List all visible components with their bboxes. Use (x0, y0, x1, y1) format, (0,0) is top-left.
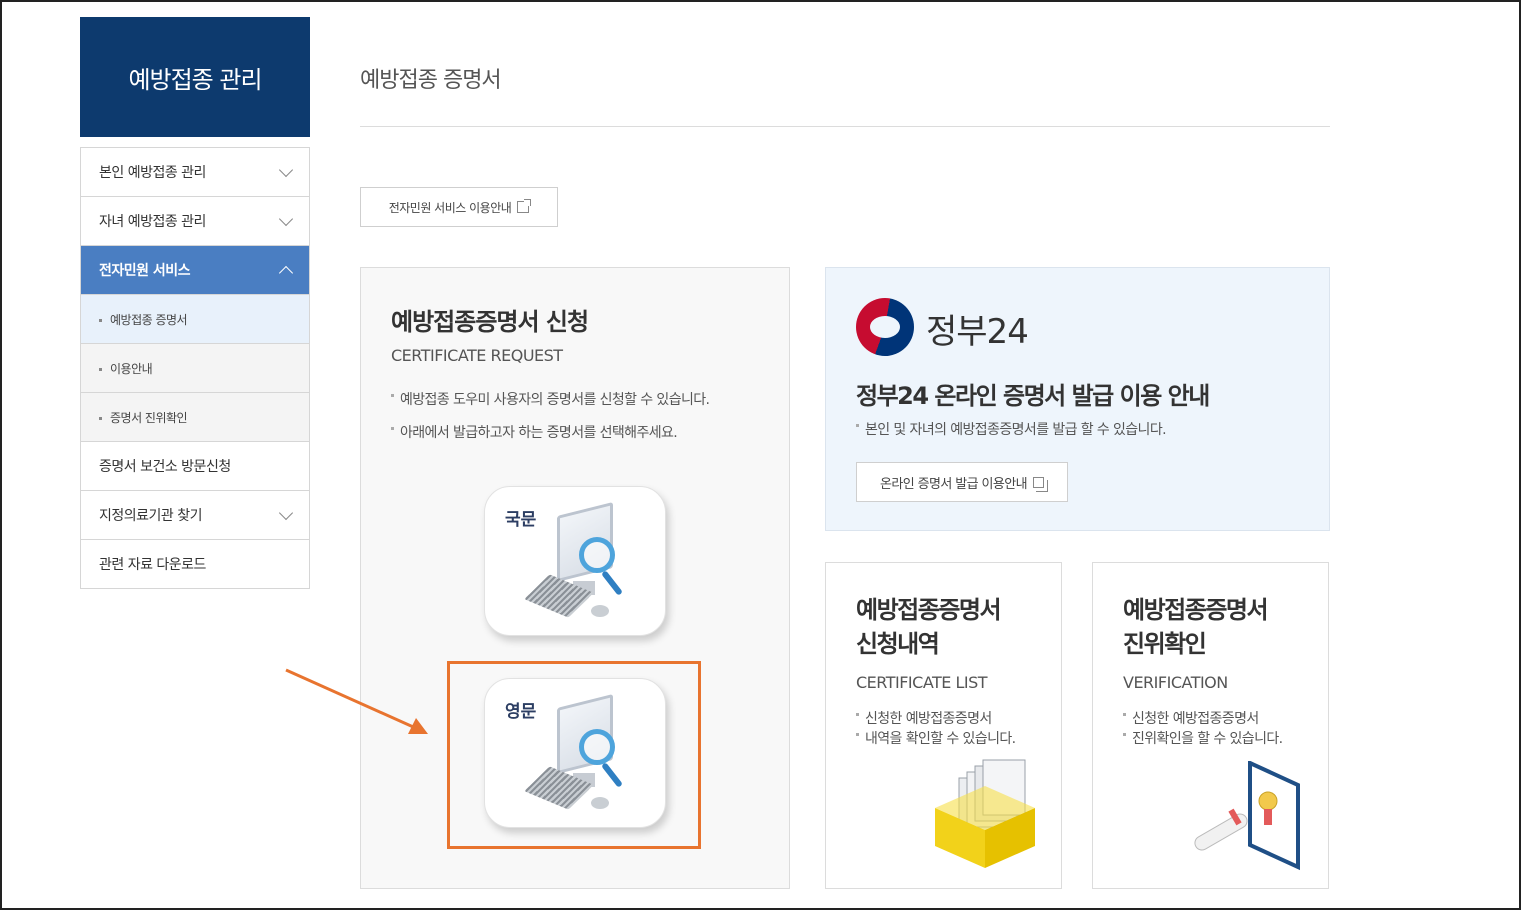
chevron-up-icon (278, 265, 294, 280)
gov24-description: 본인 및 자녀의 예방접종증명서를 발급 할 수 있습니다. (856, 420, 1167, 440)
sidebar-item-label: 자녀 예방접종 관리 (99, 214, 206, 230)
sidebar-item-label: 관련 자료 다운로드 (99, 557, 206, 573)
bullet-icon (99, 318, 102, 322)
document-box-icon (935, 759, 1035, 868)
request-card-title: 예방접종증명서 신청 (391, 308, 589, 336)
list-card-subtitle: CERTIFICATE LIST (856, 673, 988, 692)
gov24-logo-icon (856, 298, 914, 356)
sidebar-item-child-vaccination[interactable]: 자녀 예방접종 관리 (81, 197, 309, 246)
external-link-icon (517, 199, 532, 213)
page-title: 예방접종 증명서 (360, 68, 502, 93)
sidebar-menu: 본인 예방접종 관리 자녀 예방접종 관리 전자민원 서비스 예방접종 증명서 … (80, 147, 310, 589)
certificate-list-card[interactable]: 예방접종증명서 신청내역 CERTIFICATE LIST 신청한 예방접종증명… (825, 562, 1062, 889)
service-guide-button[interactable]: 전자민원 서비스 이용안내 (360, 187, 558, 227)
chevron-down-icon (278, 211, 294, 226)
sidebar-item-label: 증명서 보건소 방문신청 (99, 459, 231, 475)
verify-card-title: 예방접종증명서 진위확인 (1123, 596, 1269, 658)
gov24-brand: 정부24 (926, 312, 1029, 352)
divider (360, 126, 1330, 127)
korean-certificate-button[interactable]: 국문 (484, 486, 666, 636)
sidebar-item-find-clinic[interactable]: 지정의료기관 찾기 (81, 491, 309, 540)
sidebar-item-label: 예방접종 증명서 (110, 312, 188, 327)
bullet-icon (99, 367, 102, 371)
verify-card-subtitle: VERIFICATION (1123, 673, 1228, 692)
sidebar-item-e-civil-service[interactable]: 전자민원 서비스 (81, 246, 309, 295)
verification-card[interactable]: 예방접종증명서 진위확인 VERIFICATION 신청한 예방접종증명서 진위… (1092, 562, 1329, 889)
chevron-down-icon (278, 162, 294, 177)
sidebar-item-label: 본인 예방접종 관리 (99, 165, 206, 181)
sidebar-subitem-certificate[interactable]: 예방접종 증명서 (81, 295, 309, 344)
sidebar-title: 예방접종 관리 (80, 17, 310, 137)
service-guide-label: 전자민원 서비스 이용안내 (388, 200, 512, 215)
sidebar-item-visit-request[interactable]: 증명서 보건소 방문신청 (81, 442, 309, 491)
highlight-box (447, 661, 701, 849)
certificate-award-icon (1194, 761, 1300, 871)
list-card-title: 예방접종증명서 신청내역 (856, 596, 1002, 658)
sidebar-item-label: 지정의료기관 찾기 (99, 508, 203, 524)
bullet-icon (99, 416, 102, 420)
korean-certificate-label: 국문 (505, 510, 537, 530)
sidebar-item-self-vaccination[interactable]: 본인 예방접종 관리 (81, 148, 309, 197)
sidebar-item-label: 이용안내 (110, 361, 153, 376)
verify-card-description: 신청한 예방접종증명서 진위확인을 할 수 있습니다. (1123, 709, 1313, 749)
online-issue-guide-button[interactable]: 온라인 증명서 발급 이용안내 (856, 462, 1068, 502)
gov24-card: 정부24 정부24 온라인 증명서 발급 이용 안내 본인 및 자녀의 예방접종… (825, 267, 1330, 531)
sidebar-item-label: 증명서 진위확인 (110, 410, 188, 425)
sidebar-item-downloads[interactable]: 관련 자료 다운로드 (81, 540, 309, 589)
annotation-arrow-icon (285, 668, 428, 734)
request-card-bullet: 아래에서 발급하고자 하는 증명서를 선택해주세요. (391, 423, 678, 443)
chevron-down-icon (278, 505, 294, 520)
gov24-title: 정부24 온라인 증명서 발급 이용 안내 (856, 382, 1210, 410)
list-card-description: 신청한 예방접종증명서 내역을 확인할 수 있습니다. (856, 709, 1046, 749)
request-card-bullet: 예방접종 도우미 사용자의 증명서를 신청할 수 있습니다. (391, 390, 710, 410)
request-card-subtitle: CERTIFICATE REQUEST (391, 346, 563, 365)
sidebar-subitem-verification[interactable]: 증명서 진위확인 (81, 393, 309, 442)
sidebar-item-label: 전자민원 서비스 (99, 263, 191, 279)
popup-icon (1032, 476, 1048, 492)
online-issue-guide-label: 온라인 증명서 발급 이용안내 (880, 476, 1028, 492)
sidebar-subitem-usage-guide[interactable]: 이용안내 (81, 344, 309, 393)
